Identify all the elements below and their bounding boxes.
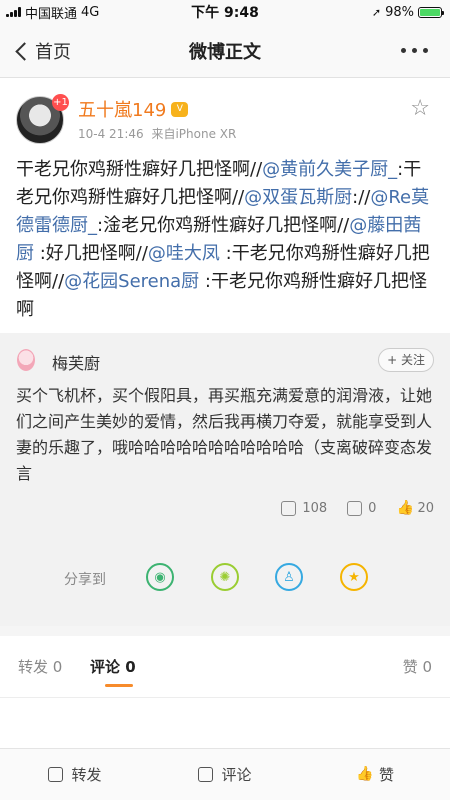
battery-fill (420, 8, 440, 16)
post-date: 10-4 21:46 (78, 127, 144, 141)
post-source: 来自iPhone XR (151, 127, 237, 141)
post-text-segment: :// (352, 187, 371, 208)
qzone-icon[interactable]: ★ (340, 563, 368, 591)
tab-comment[interactable]: 评论 0 (90, 656, 136, 677)
page-title: 微博正文 (189, 42, 261, 63)
username[interactable]: 五十嵐149 V (78, 96, 189, 122)
mention-link[interactable]: @双蛋瓦斯厨 (244, 187, 352, 208)
post-meta: 10-4 21:46 来自iPhone XR (78, 125, 236, 142)
comment-button-label: 评论 (221, 766, 252, 784)
like-button-label: 赞 (378, 766, 394, 784)
location-icon: ➚ (371, 5, 382, 19)
original-author-avatar[interactable] (17, 349, 35, 371)
tab-like[interactable]: 赞 0 (403, 656, 432, 677)
share-row: 分享到 ◉ ✺ ♙ ★ (0, 531, 450, 626)
post-body: 干老兄你鸡掰性癖好几把怪啊//@黄前久美子厨_:干老兄你鸡掰性癖好几把怪啊//@… (16, 156, 436, 324)
username-label: 五十嵐149 (78, 100, 167, 121)
follow-button[interactable]: + 关注 (378, 348, 434, 372)
mention-link[interactable]: @花园Serena厨 (64, 271, 199, 292)
like-button[interactable]: 👍 赞 (300, 749, 450, 800)
share-label: 分享到 (64, 572, 106, 588)
original-author-name[interactable]: 梅芙廚 (52, 350, 100, 374)
tab-bar: 转发 0 评论 0 赞 0 (0, 636, 450, 698)
comment-icon (198, 767, 214, 782)
qq-icon[interactable]: ♙ (275, 563, 303, 591)
favorite-star-icon[interactable]: ☆ (410, 96, 430, 121)
post-card: +1 五十嵐149 V 10-4 21:46 来自iPhone XR ☆ 干老兄… (0, 78, 450, 333)
post-text-segment: :好几把怪啊// (34, 243, 148, 264)
original-post[interactable]: 梅芙廚 + 关注 买个飞机杯，买个假阳具，再买瓶充满爱意的润滑液，让她们之间产生… (0, 333, 450, 531)
wechat-icon[interactable]: ◉ (146, 563, 174, 591)
thumbs-up-icon: 👍 (355, 766, 374, 782)
bottom-action-bar: 转发 评论 👍 赞 (0, 748, 450, 800)
vip-icon: V (171, 101, 189, 117)
battery-percent: 98% (385, 4, 414, 20)
tab-repost[interactable]: 转发 0 (18, 656, 62, 677)
comment-count: 0 (368, 501, 377, 516)
repost-count: 108 (302, 501, 328, 516)
more-icon[interactable] (401, 40, 428, 53)
repost-button-label: 转发 (71, 766, 102, 784)
post-text-segment: 干老兄你鸡掰性癖好几把怪啊// (16, 159, 263, 180)
original-comment-count[interactable]: 0 (347, 501, 376, 516)
comment-list-area (0, 698, 450, 748)
original-post-actions: 108 0 👍 20 (281, 501, 434, 516)
original-like-count[interactable]: 👍 20 (396, 500, 434, 517)
original-post-text: 买个飞机杯，买个假阳具，再买瓶充满爱意的润滑液，让她们之间产生美妙的爱情，然后我… (16, 386, 433, 483)
tab-active-indicator (105, 684, 133, 687)
like-count: 20 (417, 501, 434, 516)
battery-icon (418, 6, 444, 18)
comment-button[interactable]: 评论 (150, 749, 300, 800)
mention-link[interactable]: @黄前久美子厨_ (262, 159, 397, 180)
original-repost-count[interactable]: 108 (281, 501, 327, 516)
repost-icon (48, 767, 64, 782)
avatar-badge: +1 (52, 94, 69, 111)
repost-button[interactable]: 转发 (0, 749, 150, 800)
mention-link[interactable]: @哇大凤 (148, 243, 220, 264)
repost-icon (281, 501, 297, 516)
status-right: ➚ 98% (371, 4, 444, 20)
comment-icon (347, 501, 363, 516)
thumbs-up-icon: 👍 (396, 500, 414, 516)
nav-bar: 首页 微博正文 (0, 24, 450, 78)
post-text-segment: :淦老兄你鸡掰性癖好几把怪啊// (97, 215, 350, 236)
status-bar: 中国联通 4G 下午 9:48 ➚ 98% (0, 0, 450, 24)
moments-icon[interactable]: ✺ (211, 563, 239, 591)
